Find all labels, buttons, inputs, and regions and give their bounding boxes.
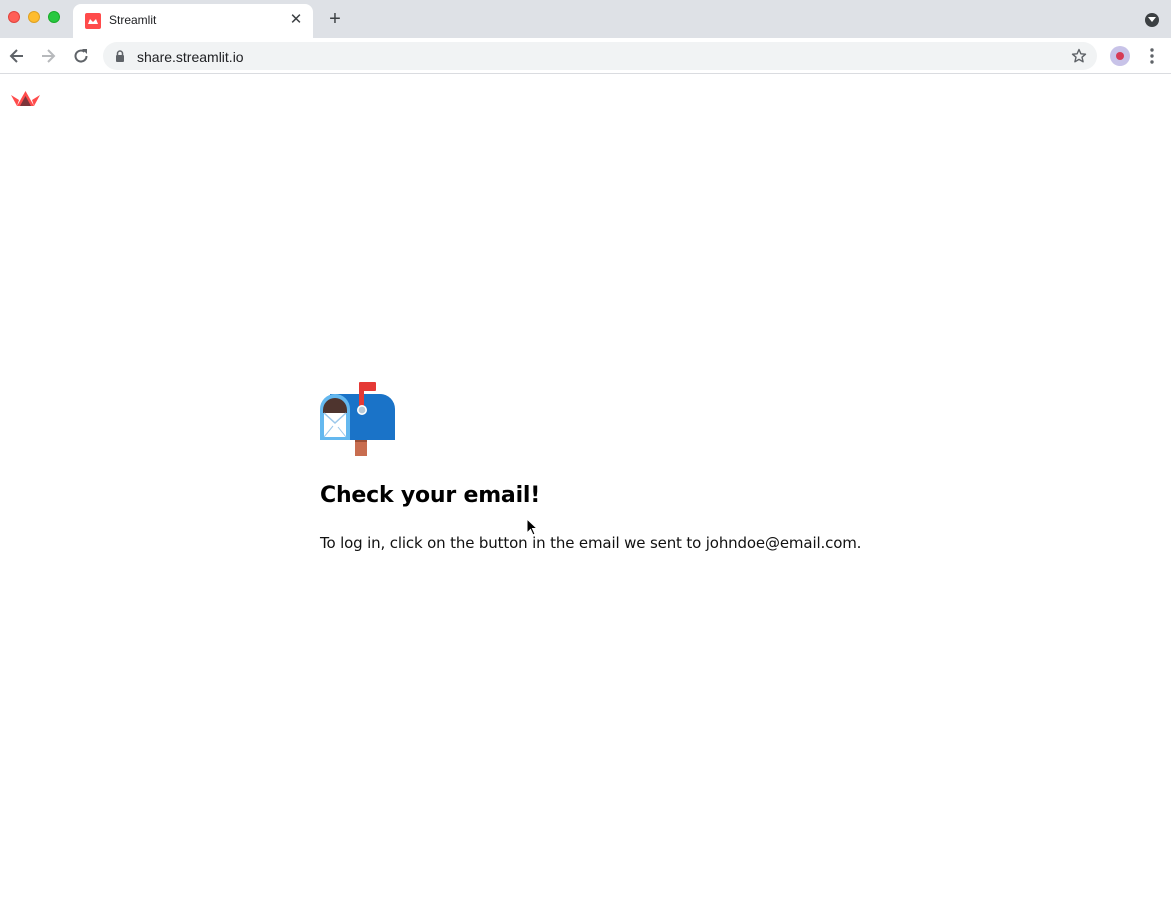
mailbox-with-raised-flag-icon bbox=[318, 380, 398, 458]
browser-tab-active[interactable]: Streamlit ✕ bbox=[73, 4, 313, 38]
address-bar[interactable]: share.streamlit.io bbox=[103, 42, 1097, 70]
new-tab-button[interactable]: + bbox=[325, 9, 345, 29]
bookmark-star-icon[interactable] bbox=[1071, 48, 1087, 64]
tab-search-icon[interactable] bbox=[1145, 13, 1159, 27]
window-zoom-button[interactable] bbox=[48, 11, 60, 23]
kebab-menu-icon[interactable] bbox=[1146, 46, 1158, 66]
avatar-bird-icon bbox=[1116, 52, 1124, 60]
browser-toolbar: share.streamlit.io bbox=[0, 38, 1171, 74]
address-bar-url: share.streamlit.io bbox=[137, 49, 244, 65]
streamlit-favicon-icon bbox=[85, 13, 101, 29]
back-arrow-icon[interactable] bbox=[7, 46, 27, 66]
browser-tab-strip: Streamlit ✕ + bbox=[0, 0, 1171, 38]
tab-title: Streamlit bbox=[109, 13, 157, 27]
login-instructions-text: To log in, click on the button in the em… bbox=[320, 534, 862, 552]
mouse-cursor-icon bbox=[526, 517, 539, 541]
forward-arrow-icon[interactable] bbox=[38, 46, 58, 66]
reload-icon[interactable] bbox=[71, 46, 91, 66]
profile-avatar[interactable] bbox=[1110, 46, 1130, 66]
tab-close-icon[interactable]: ✕ bbox=[287, 11, 305, 29]
window-minimize-button[interactable] bbox=[28, 11, 40, 23]
streamlit-logo-icon[interactable] bbox=[10, 90, 41, 113]
window-close-button[interactable] bbox=[8, 11, 20, 23]
page-title: Check your email! bbox=[320, 483, 541, 508]
lock-icon[interactable] bbox=[115, 50, 125, 62]
